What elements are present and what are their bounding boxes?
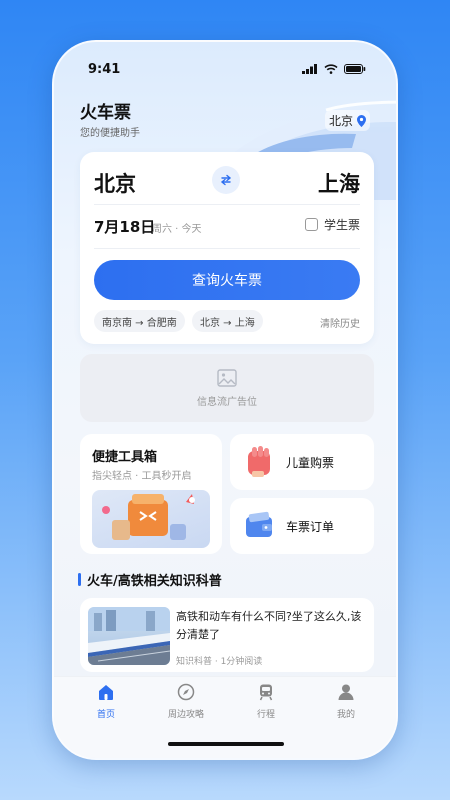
toolbox-subtitle: 指尖轻点 · 工具秒开启 xyxy=(92,471,192,482)
phone-frame: 9:41 火车票 您的便捷助手 北京 北京 上海 7月18日 周六 · 今天 学… xyxy=(52,40,398,760)
history-chip[interactable]: 北京 → 上海 xyxy=(192,310,263,332)
location-pin-icon xyxy=(357,114,366,127)
weekday-label: 周六 · 今天 xyxy=(152,224,202,235)
bottom-tab-bar: 首页 周边攻略 行程 我的 xyxy=(54,676,396,758)
departure-date[interactable]: 7月18日 xyxy=(94,216,155,237)
article-thumbnail xyxy=(88,607,170,665)
swap-icon xyxy=(220,174,232,186)
toolbox-illustration xyxy=(92,490,210,548)
compass-icon xyxy=(177,683,195,701)
section-title: 火车/高铁相关知识科普 xyxy=(87,574,222,589)
high-speed-train-image xyxy=(88,607,170,665)
swap-cities-button[interactable] xyxy=(212,166,240,194)
wifi-icon xyxy=(324,64,338,74)
tab-label: 首页 xyxy=(96,710,115,720)
app-subtitle: 您的便捷助手 xyxy=(80,128,140,139)
search-tickets-button[interactable]: 查询火车票 xyxy=(94,260,360,300)
image-icon xyxy=(217,368,237,387)
signal-icon xyxy=(302,64,317,74)
tab-label: 周边攻略 xyxy=(167,710,204,720)
tab-trips[interactable]: 行程 xyxy=(236,683,296,720)
battery-icon xyxy=(344,64,366,74)
location-selector[interactable]: 北京 xyxy=(324,110,370,131)
student-ticket-toggle[interactable]: 学生票 xyxy=(304,216,360,233)
divider xyxy=(94,248,360,249)
status-bar: 9:41 xyxy=(54,42,396,88)
arrival-city[interactable]: 上海 xyxy=(318,168,360,198)
child-ticket-card[interactable]: 儿童购票 xyxy=(230,434,374,490)
article-meta: 知识科普 · 1分钟阅读 xyxy=(176,657,263,667)
ticket-orders-card[interactable]: 车票订单 xyxy=(230,498,374,554)
tab-label: 行程 xyxy=(256,710,275,720)
clear-history-button[interactable]: 清除历史 xyxy=(320,315,360,330)
toolbox-title: 便捷工具箱 xyxy=(92,450,158,465)
ad-label: 信息流广告位 xyxy=(197,396,257,408)
child-hand-icon xyxy=(248,446,270,477)
article-card[interactable]: 高铁和动车有什么不同?坐了这么久,该分清楚了 知识科普 · 1分钟阅读 xyxy=(80,598,374,672)
knowledge-section-heading: 火车/高铁相关知识科普 xyxy=(78,570,222,589)
tab-profile[interactable]: 我的 xyxy=(316,683,376,720)
train-icon xyxy=(259,684,273,701)
tab-label: 我的 xyxy=(336,710,355,720)
toolbox-card[interactable]: 便捷工具箱 指尖轻点 · 工具秒开启 xyxy=(80,434,222,554)
status-time: 9:41 xyxy=(88,62,121,77)
history-chip[interactable]: 南京南 → 合肥南 xyxy=(94,310,185,332)
app-title: 火车票 xyxy=(80,103,131,123)
home-icon xyxy=(99,685,113,700)
ticket-orders-label: 车票订单 xyxy=(286,519,335,534)
tab-home[interactable]: 首页 xyxy=(76,683,136,720)
status-icons xyxy=(302,64,366,74)
user-icon xyxy=(338,684,354,700)
toolbox-icon xyxy=(102,494,195,540)
tab-nearby-guide[interactable]: 周边攻略 xyxy=(156,683,216,720)
divider xyxy=(94,204,360,205)
home-indicator xyxy=(168,742,284,746)
student-ticket-label: 学生票 xyxy=(323,218,360,232)
departure-city[interactable]: 北京 xyxy=(94,168,136,198)
location-label: 北京 xyxy=(328,114,353,128)
wallet-icon xyxy=(246,511,272,537)
child-ticket-label: 儿童购票 xyxy=(286,455,335,470)
student-checkbox[interactable] xyxy=(304,218,318,231)
section-accent-bar xyxy=(78,573,81,586)
ad-placeholder[interactable]: 信息流广告位 xyxy=(80,354,374,422)
ticket-search-card: 北京 上海 7月18日 周六 · 今天 学生票 查询火车票 南京南 → 合肥南 … xyxy=(80,152,374,344)
article-title: 高铁和动车有什么不同?坐了这么久,该分清楚了 xyxy=(176,610,362,641)
